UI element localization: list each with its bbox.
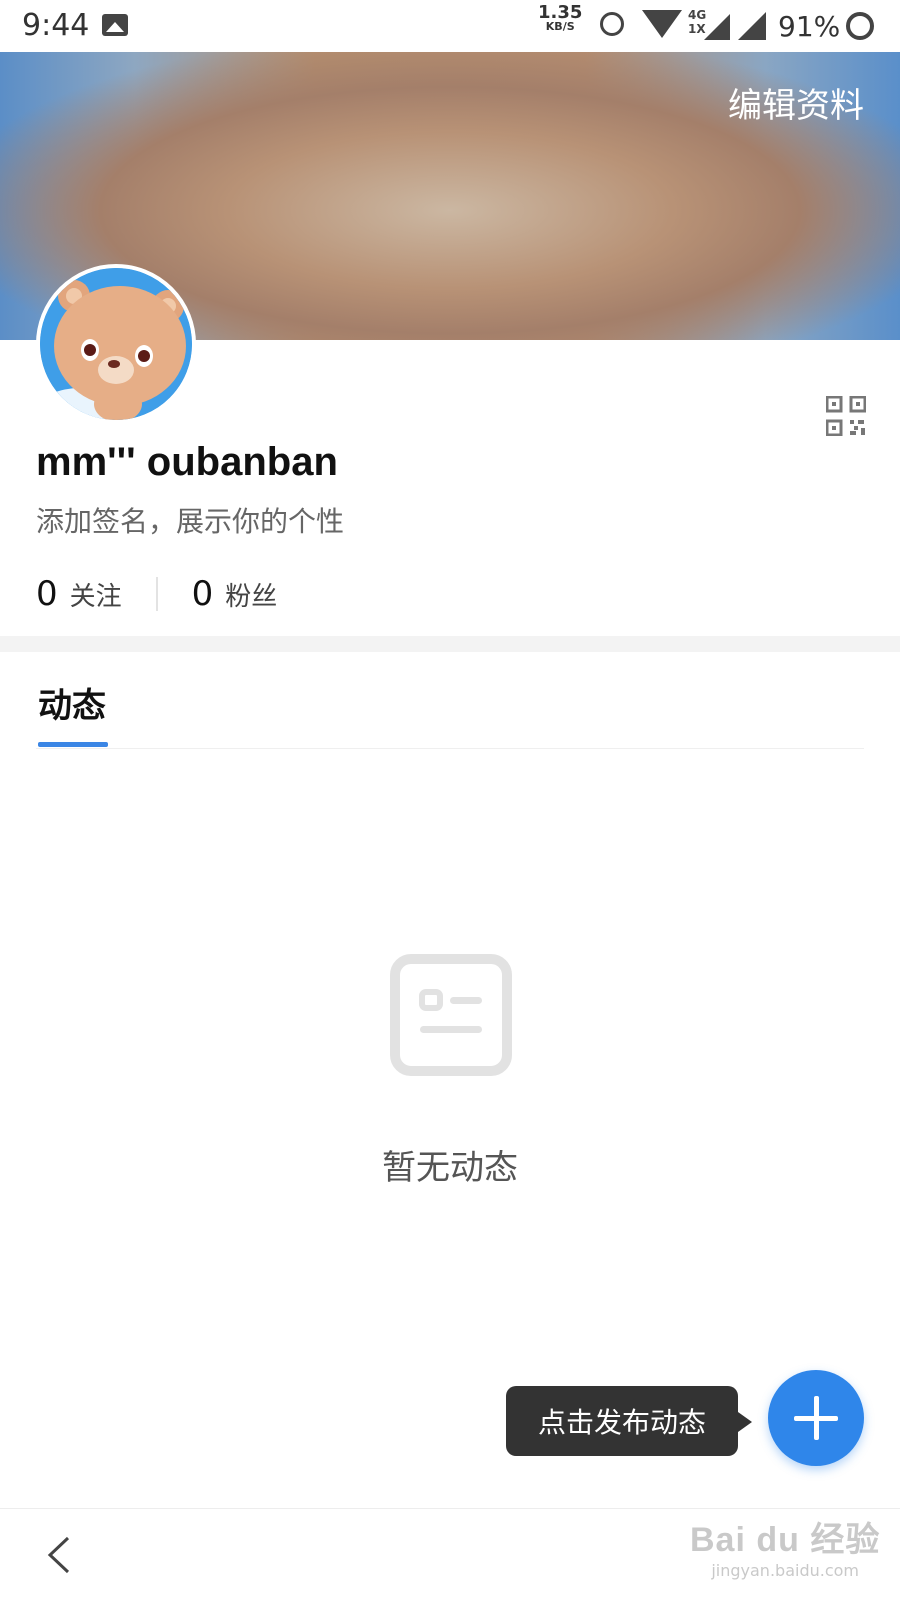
followers-label: 粉丝 (225, 582, 278, 612)
status-bar: 9:44 1.35 KB/S 4G 1X 91% (0, 0, 900, 52)
section-divider (0, 636, 900, 652)
signature-prompt[interactable]: 添加签名，展示你的个性 (36, 500, 344, 540)
active-tab-indicator (38, 742, 108, 747)
baidu-watermark: Bai du 经验 jingyan.baidu.com (690, 1512, 880, 1580)
watermark-url: jingyan.baidu.com (711, 1561, 859, 1580)
edit-profile-button[interactable]: 编辑资料 (728, 78, 864, 127)
network-speed: 1.35 KB/S (538, 2, 583, 34)
status-time: 9:44 (22, 8, 90, 43)
chevron-left-icon (47, 1536, 70, 1574)
battery-icon (846, 12, 874, 40)
following-count: 0 (36, 574, 58, 614)
followers-stat[interactable]: 0 粉丝 (192, 574, 278, 614)
publish-button[interactable] (768, 1370, 864, 1466)
alarm-icon (600, 12, 624, 36)
qr-code-icon (825, 395, 867, 437)
watermark-logo: Bai du 经验 (690, 1521, 881, 1559)
signal-icon (704, 14, 730, 40)
following-stat[interactable]: 0 关注 (36, 574, 122, 614)
image-notification-icon (102, 14, 128, 36)
document-placeholder-icon (390, 954, 512, 1076)
publish-tooltip: 点击发布动态 (506, 1386, 752, 1456)
network-type-bottom: 1X (688, 22, 706, 36)
back-button[interactable] (40, 1530, 80, 1580)
network-speed-value: 1.35 (538, 2, 583, 23)
profile-stats: 0 关注 0 粉丝 (36, 570, 277, 618)
username: mm''' oubanban (36, 440, 338, 484)
avatar[interactable] (36, 264, 196, 424)
plus-icon (814, 1396, 819, 1440)
battery-level: 91% (778, 10, 841, 43)
tab-moments[interactable]: 动态 (38, 678, 106, 727)
wifi-icon (642, 10, 682, 38)
qr-code-button[interactable] (825, 395, 867, 437)
followers-count: 0 (191, 574, 214, 614)
stats-divider (155, 577, 158, 611)
signal-icon (738, 12, 766, 40)
following-label: 关注 (69, 582, 122, 612)
empty-state-text: 暂无动态 (382, 1148, 518, 1188)
tab-divider (36, 748, 864, 749)
bear-avatar-image (40, 268, 192, 420)
